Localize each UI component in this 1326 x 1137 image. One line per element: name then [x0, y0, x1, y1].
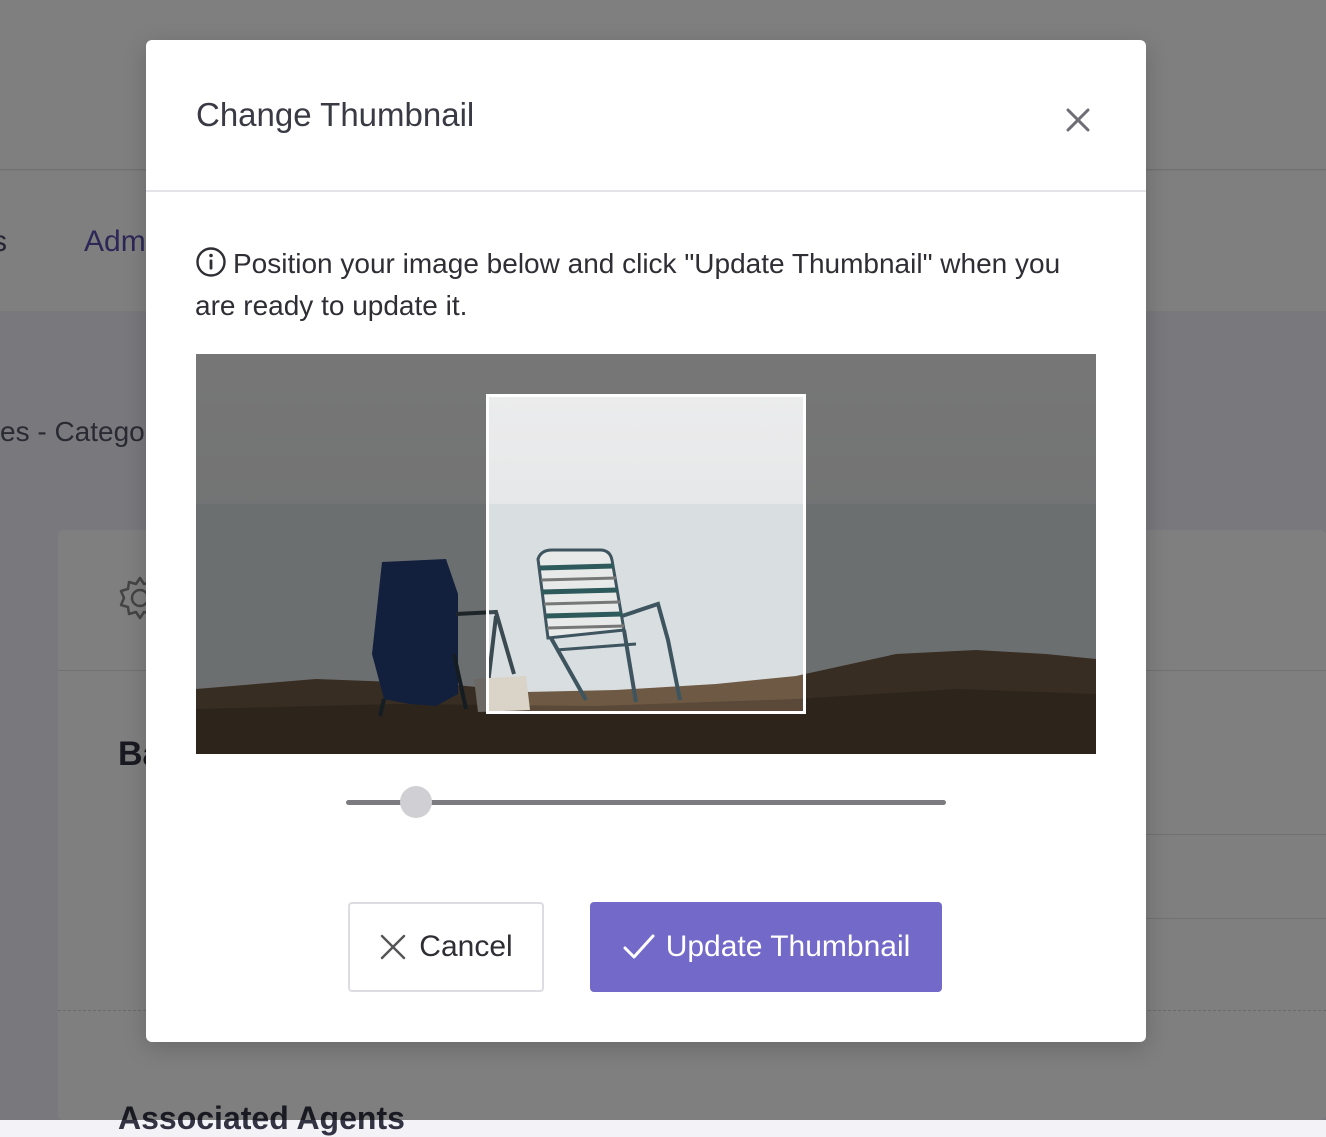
update-label: Update Thumbnail [665, 930, 911, 963]
slider-track[interactable] [346, 800, 946, 805]
cancel-button[interactable]: Cancel [348, 902, 544, 992]
slider-thumb[interactable] [400, 786, 433, 818]
modal-title: Change Thumbnail [196, 96, 475, 133]
change-thumbnail-modal: Change Thumbnail Position your image bel… [146, 40, 1146, 1042]
info-icon [196, 247, 226, 277]
cancel-label: Cancel [419, 930, 513, 963]
close-icon[interactable] [1060, 102, 1096, 138]
check-icon [623, 934, 655, 959]
info-message: Position your image below and click "Upd… [195, 243, 1075, 327]
info-text: Position your image below and click "Upd… [195, 248, 1061, 321]
zoom-slider[interactable] [346, 784, 946, 820]
x-icon [381, 934, 406, 960]
image-cropper[interactable] [196, 354, 1096, 754]
modal-header-divider [146, 190, 1146, 192]
crop-selection-box[interactable] [486, 394, 806, 714]
update-thumbnail-button[interactable]: Update Thumbnail [590, 902, 942, 992]
